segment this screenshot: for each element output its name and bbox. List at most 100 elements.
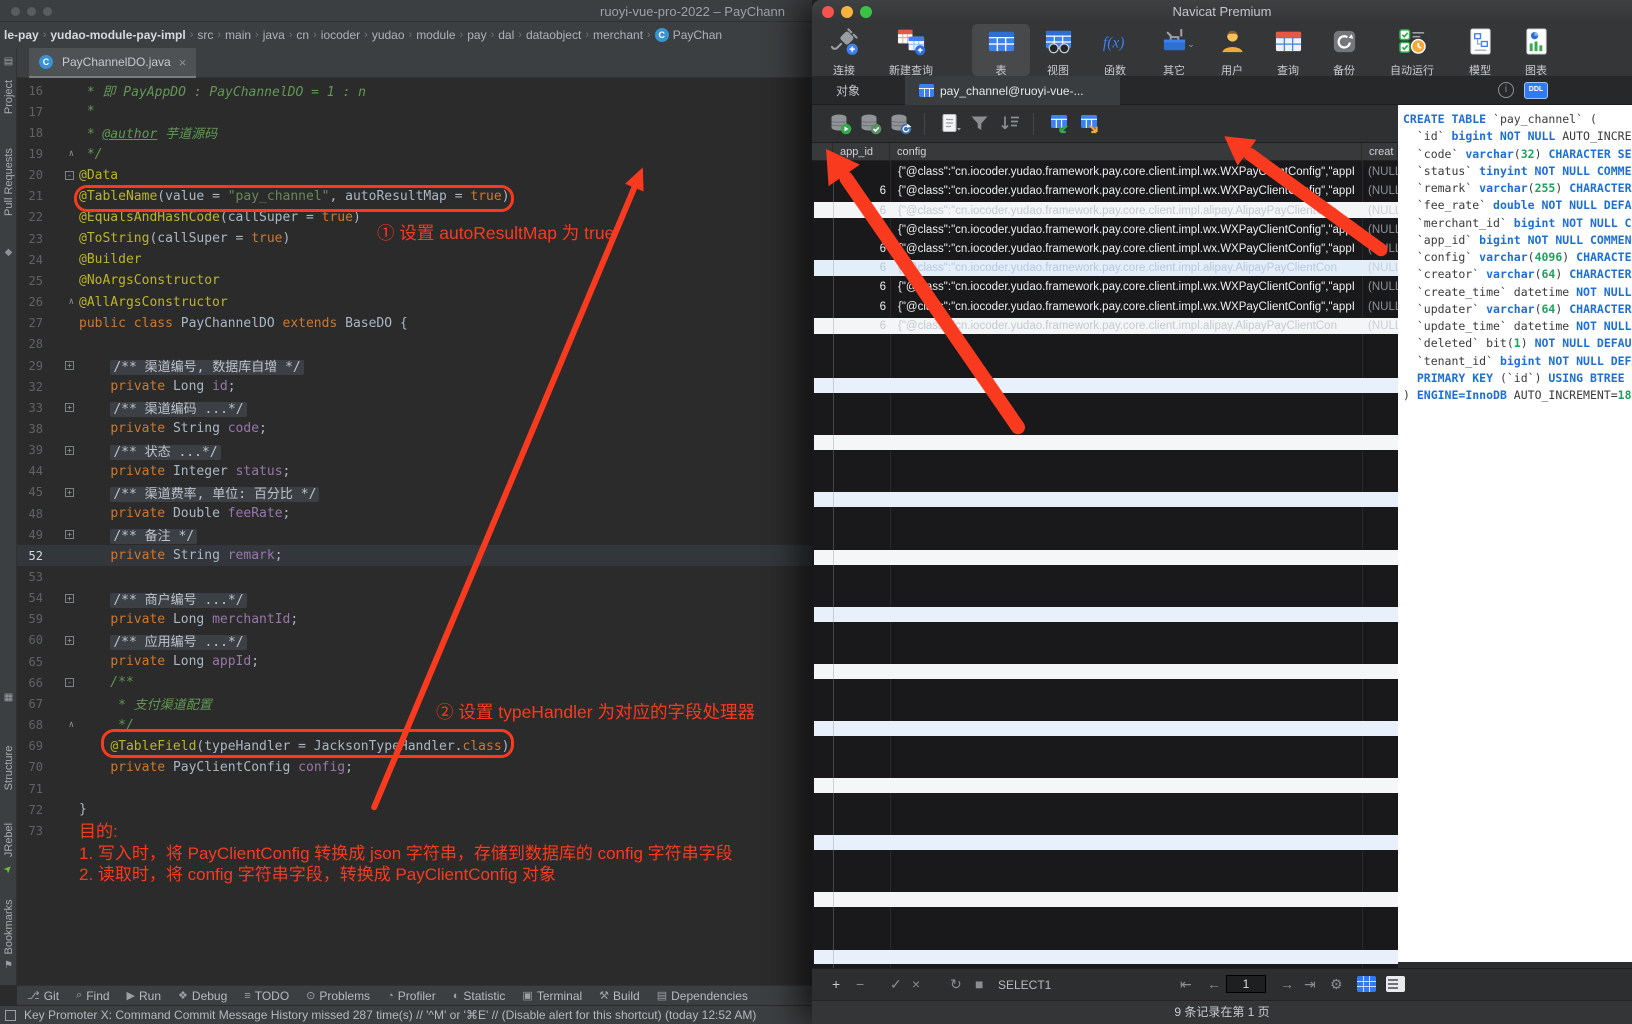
- fold-expand-icon[interactable]: +: [65, 594, 74, 603]
- fold-expand-icon[interactable]: +: [65, 488, 74, 497]
- close-window-icon[interactable]: [11, 7, 20, 16]
- toolbar-item-function[interactable]: f(x)函数: [1086, 24, 1144, 76]
- export-icon[interactable]: [1077, 112, 1100, 135]
- fold-collapse-icon[interactable]: -: [65, 678, 74, 687]
- breadcrumb-item[interactable]: iocoder: [321, 28, 360, 42]
- toolbar-item-automation[interactable]: 自动运行: [1372, 24, 1452, 76]
- table-row[interactable]: 6{"@class":"cn.iocoder.yudao.framework.p…: [812, 221, 1398, 240]
- toolwindow-label-bookmarks[interactable]: Bookmarks: [3, 899, 15, 954]
- toolbar-item-connection[interactable]: 连接: [818, 24, 870, 76]
- fold-end-icon[interactable]: ∧: [69, 297, 74, 307]
- table-row[interactable]: 6{"@class":"cn.iocoder.yudao.framework.p…: [812, 182, 1398, 201]
- column-header-app_id[interactable]: app_id: [833, 143, 890, 161]
- toolwindow-button-build[interactable]: ⚒Build: [599, 989, 640, 1003]
- jrebel-rocket-icon[interactable]: ➤: [0, 861, 17, 878]
- fold-end-icon[interactable]: ∧: [69, 720, 74, 730]
- table-row[interactable]: 6{"@class":"cn.iocoder.yudao.framework.p…: [812, 317, 1398, 336]
- toolwindow-button-find[interactable]: ⌕Find: [76, 989, 110, 1003]
- toolbar-item-model[interactable]: 模型: [1452, 24, 1508, 76]
- breadcrumb-item[interactable]: module: [416, 28, 455, 42]
- toolbar-item-user[interactable]: 用户: [1204, 24, 1260, 76]
- minimize-window-icon[interactable]: [27, 7, 36, 16]
- fold-expand-icon[interactable]: +: [65, 530, 74, 539]
- fold-end-icon[interactable]: ∧: [69, 149, 74, 159]
- import-icon[interactable]: [1047, 112, 1070, 135]
- toolwindow-button-profiler[interactable]: ◔Profiler: [387, 989, 436, 1003]
- toolbar-item-chart[interactable]: 图表: [1508, 24, 1564, 76]
- column-header-config[interactable]: config: [890, 143, 1362, 161]
- breadcrumb-item[interactable]: le-pay: [4, 28, 39, 42]
- info-icon[interactable]: i: [1498, 82, 1514, 98]
- table-row[interactable]: 6{"@class":"cn.iocoder.yudao.framework.p…: [812, 278, 1398, 297]
- code-editor[interactable]: 16 * 即 PayAppDO : PayChannelDO = 1 : n17…: [17, 78, 812, 985]
- commit-icon[interactable]: ◆: [2, 247, 15, 258]
- toolwindow-button-todo[interactable]: ≡TODO: [244, 989, 289, 1003]
- table-row[interactable]: 6{"@class":"cn.iocoder.yudao.framework.p…: [812, 259, 1398, 278]
- page-number-input[interactable]: [1226, 975, 1266, 993]
- fold-collapse-icon[interactable]: -: [65, 171, 74, 180]
- toolwindow-button-git[interactable]: ⎇Git: [27, 989, 59, 1003]
- toolwindow-label-project[interactable]: Project: [3, 80, 15, 114]
- column-header-creat[interactable]: creat: [1362, 143, 1398, 161]
- breadcrumb-item[interactable]: dataobject: [526, 28, 581, 42]
- form-view-icon[interactable]: [1386, 976, 1405, 992]
- apply-icon[interactable]: ✓: [890, 976, 902, 993]
- toolwindow-button-dependencies[interactable]: ▤Dependencies: [657, 989, 748, 1003]
- breadcrumb-item[interactable]: src: [197, 28, 213, 42]
- toolwindow-label-jrebel[interactable]: JRebel: [3, 823, 15, 857]
- bookmarks-icon[interactable]: ⚑: [2, 960, 15, 971]
- toolwindow-label-structure[interactable]: Structure: [3, 746, 15, 791]
- toolbar-item-new-query[interactable]: 新建查询: [870, 24, 952, 76]
- commit-icon[interactable]: [859, 112, 882, 135]
- table-row[interactable]: 6{"@class":"cn.iocoder.yudao.framework.p…: [812, 240, 1398, 259]
- prev-record-icon[interactable]: ←: [1207, 976, 1221, 992]
- close-icon[interactable]: ×: [179, 55, 187, 70]
- settings-icon[interactable]: ⚙: [1330, 976, 1343, 993]
- ddl-toggle-icon[interactable]: DDL: [1524, 82, 1548, 99]
- breadcrumb-item[interactable]: yudao: [372, 28, 405, 42]
- toolbar-item-query[interactable]: 查询: [1260, 24, 1316, 76]
- toolbar-item-table[interactable]: 表: [972, 24, 1030, 76]
- text-mode-icon[interactable]: [938, 112, 961, 135]
- breadcrumb-item[interactable]: cn: [296, 28, 309, 42]
- filter-icon[interactable]: [968, 112, 991, 135]
- tab-paychanneldo-java[interactable]: C PayChannelDO.java ×: [29, 48, 196, 78]
- breadcrumb-item[interactable]: merchant: [593, 28, 643, 42]
- grid-view-icon[interactable]: [1357, 976, 1376, 992]
- toolwindow-button-problems[interactable]: ⊙Problems: [306, 989, 370, 1003]
- refresh-icon[interactable]: ↻: [950, 976, 962, 993]
- next-record-icon[interactable]: →: [1280, 976, 1294, 992]
- toolbar-item-others[interactable]: ⌄其它: [1144, 24, 1204, 76]
- table-row[interactable]: 6{"@class":"cn.iocoder.yudao.framework.p…: [812, 201, 1398, 220]
- fold-expand-icon[interactable]: +: [65, 403, 74, 412]
- toolwindow-button-run[interactable]: ▶Run: [127, 989, 161, 1003]
- toolwindow-label-pull-requests[interactable]: Pull Requests: [3, 148, 15, 216]
- breadcrumb-item[interactable]: dal: [498, 28, 514, 42]
- data-grid[interactable]: {"@class":"cn.iocoder.yudao.framework.pa…: [812, 161, 1398, 968]
- rollback-icon[interactable]: [889, 112, 912, 135]
- structure-icon[interactable]: ▦: [2, 692, 15, 703]
- first-record-icon[interactable]: ⇤: [1180, 976, 1192, 993]
- toolwindow-button-terminal[interactable]: ▣Terminal: [522, 989, 582, 1003]
- breadcrumb-file[interactable]: PayChan: [673, 28, 722, 42]
- project-icon[interactable]: ▤: [2, 56, 15, 67]
- fold-expand-icon[interactable]: +: [65, 446, 74, 455]
- tab-objects[interactable]: 对象: [822, 76, 874, 105]
- sort-icon[interactable]: [998, 112, 1021, 135]
- table-row[interactable]: 6{"@class":"cn.iocoder.yudao.framework.p…: [812, 297, 1398, 316]
- fold-expand-icon[interactable]: +: [65, 361, 74, 370]
- breadcrumb-item[interactable]: main: [225, 28, 251, 42]
- toolbar-item-backup[interactable]: 备份: [1316, 24, 1372, 76]
- zoom-window-icon[interactable]: [43, 7, 52, 16]
- breadcrumb-item[interactable]: java: [263, 28, 285, 42]
- tab-pay-channel[interactable]: pay_channel@ruoyi-vue-...: [905, 76, 1120, 105]
- last-record-icon[interactable]: ⇥: [1304, 976, 1316, 993]
- breadcrumb-item[interactable]: pay: [467, 28, 486, 42]
- stop-icon[interactable]: ■: [975, 976, 983, 992]
- delete-record-icon[interactable]: −: [856, 976, 864, 992]
- breadcrumb-item[interactable]: yudao-module-pay-impl: [50, 28, 185, 42]
- table-row[interactable]: {"@class":"cn.iocoder.yudao.framework.pa…: [812, 163, 1398, 182]
- begin-transaction-icon[interactable]: [829, 112, 852, 135]
- fold-expand-icon[interactable]: +: [65, 636, 74, 645]
- discard-icon[interactable]: ×: [912, 976, 920, 992]
